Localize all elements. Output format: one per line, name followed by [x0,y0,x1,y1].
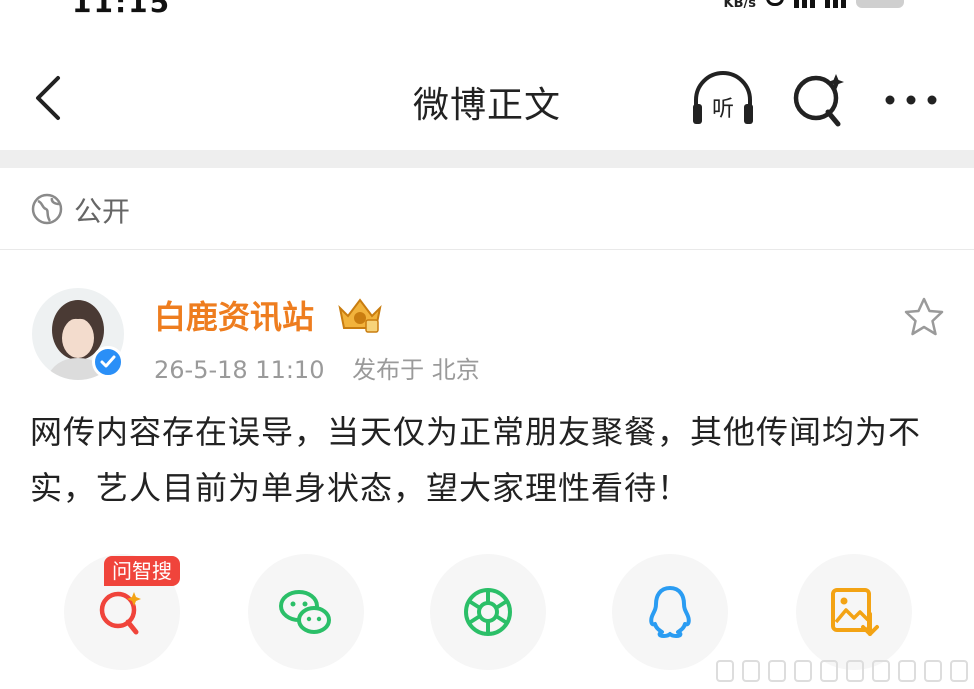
battery-icon [856,0,904,8]
more-button[interactable] [880,70,946,128]
section-divider [0,150,974,168]
share-save-image-button[interactable] [796,554,912,670]
verified-check-icon [100,355,116,368]
wechat-icon [279,590,331,634]
bell-icon [766,0,784,6]
post-timestamp: 26-5-18 11:10 [154,356,325,384]
watermark-icons [716,660,968,682]
status-bar: 11:15 KB/s [0,0,974,14]
author-name[interactable]: 白鹿资讯站 [154,292,314,338]
share-wechat-button[interactable] [248,554,364,670]
post-location: 发布于 北京 [352,356,480,384]
verified-badge [92,346,124,378]
weibo-post-page: 11:15 KB/s 微博正文 听 [0,0,974,689]
share-moments-button[interactable] [430,554,546,670]
ai-search-icon [99,591,141,635]
signal-icon-2 [825,0,846,8]
listen-button[interactable]: 听 [690,70,756,128]
status-time: 11:15 [72,0,171,14]
headphones-listen-icon: 听 [693,71,753,124]
svg-text:听: 听 [712,97,734,122]
zhisou-tag: 问智搜 [104,556,180,586]
ai-search-icon [793,74,844,127]
crown-icon [338,298,382,333]
search-button[interactable] [788,70,854,128]
post-content: 网传内容存在误导，当天仅为正常朋友聚餐，其他传闻均为不实，艺人目前为单身状态，望… [30,413,922,507]
favorite-button[interactable] [902,296,946,338]
qq-icon [649,586,691,638]
nav-bar: 微博正文 听 [0,46,974,150]
star-icon [904,297,944,336]
net-speed: KB/s [723,0,756,11]
more-dots-icon [885,95,937,105]
post-meta: 26-5-18 11:10 发布于 北京 [154,350,500,385]
visibility-row: 公开 [0,168,974,250]
share-qq-button[interactable] [612,554,728,670]
save-image-icon [831,588,879,636]
visibility-label: 公开 [74,195,131,228]
status-icons: KB/s [724,0,904,11]
globe-icon [31,193,63,225]
moments-icon [464,588,512,636]
signal-icon [794,0,815,8]
